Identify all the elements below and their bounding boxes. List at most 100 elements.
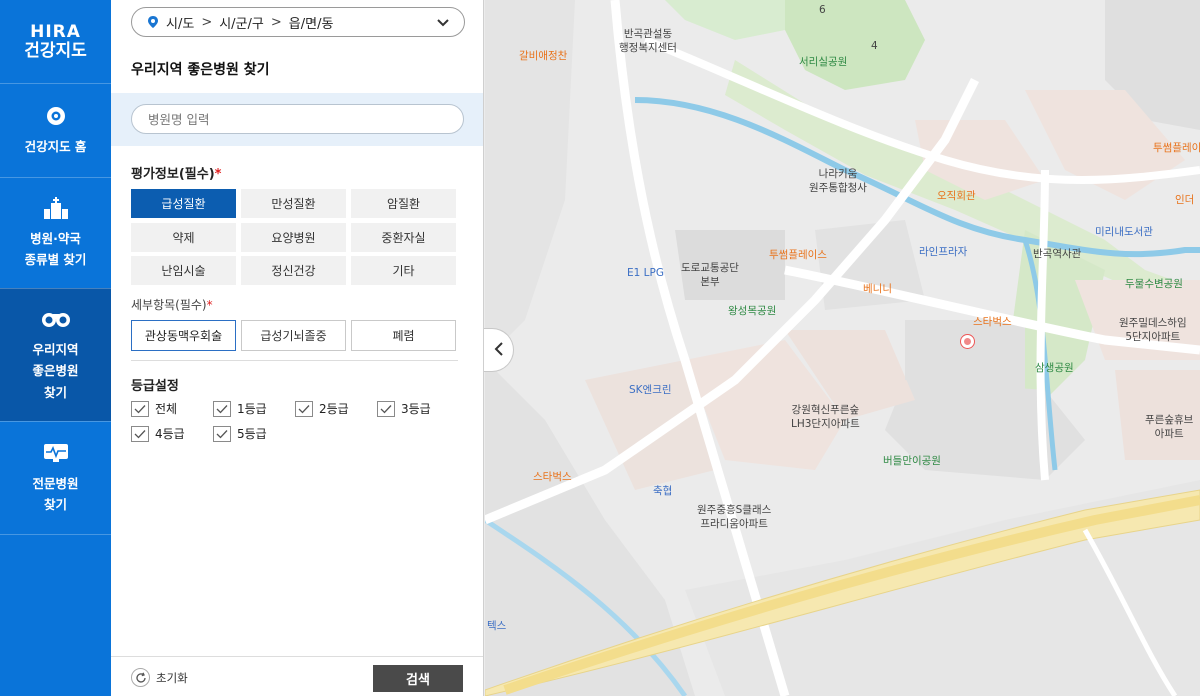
filter-panel: 시/도 > 시/군/구 > 읍/면/동 우리지역 좋은병원 찾기 평가정보(필수…: [111, 0, 484, 696]
grade-3-label: 3등급: [401, 402, 431, 416]
detail-chip-cabg[interactable]: 관상동맥우회술: [131, 320, 236, 351]
map-label-cafe[interactable]: 투썸플레이스: [769, 249, 827, 263]
nav-item-good-hospital-label1: 우리지역: [32, 342, 79, 358]
map-label-park[interactable]: 삼생공원: [1035, 362, 1074, 376]
map-label-cafe[interactable]: 투썸플레이: [1153, 142, 1200, 156]
map-label-cafe[interactable]: 스타벅스: [973, 316, 1012, 330]
map-label-apartment[interactable]: 강원혁신푸른숲 LH3단지아파트: [791, 404, 860, 431]
eval-chip-infertility[interactable]: 난임시술: [131, 256, 236, 285]
nav-item-specialty[interactable]: 전문병원 찾기: [0, 421, 111, 535]
map-label-bank[interactable]: 축협: [653, 485, 672, 499]
map-label-poi[interactable]: 반곡관설동 행정복지센터: [619, 28, 677, 55]
nav-item-hospital-type-label2: 종류별 찾기: [24, 252, 87, 267]
map-label-apartment[interactable]: 원주중흥S클래스 프라디움아파트: [697, 504, 771, 531]
nav-item-home[interactable]: 건강지도 홈: [0, 83, 111, 177]
region-sido: 시/도: [166, 16, 195, 32]
nav-item-hospital-type[interactable]: 병원·약국 종류별 찾기: [0, 177, 111, 288]
map-pin-icon: [41, 104, 71, 128]
hira-logo[interactable]: HIRA 건강지도: [0, 0, 111, 83]
grade-checkbox-5[interactable]: 5등급: [213, 425, 267, 442]
current-location-marker[interactable]: [961, 335, 974, 348]
map-label-text: 원주통합청사: [809, 181, 867, 194]
eval-chip-cancer[interactable]: 암질환: [351, 189, 456, 218]
grade-checkbox-2[interactable]: 2등급: [295, 400, 349, 417]
map-label-restaurant[interactable]: 인더: [1175, 194, 1194, 208]
map-label-restaurant[interactable]: 갈비애정찬: [519, 50, 567, 64]
panel-footer: 초기화 검색: [111, 656, 483, 696]
eval-chip-acute[interactable]: 급성질환: [131, 189, 236, 218]
hospital-name-input[interactable]: [131, 104, 464, 134]
left-nav: HIRA 건강지도 건강지도 홈 병원·약국 종류별 찾기 우리지역 좋은병원 …: [0, 0, 111, 696]
required-mark: *: [214, 167, 222, 182]
detail-chip-pneumonia[interactable]: 폐렴: [351, 320, 456, 351]
detail-chip-stroke[interactable]: 급성기뇌졸중: [241, 320, 346, 351]
map-label-restaurant[interactable]: 오직회관: [937, 190, 976, 204]
map-label-gas-station[interactable]: SK엔크린: [629, 384, 672, 398]
eval-chip-mental[interactable]: 정신건강: [241, 256, 346, 285]
nav-item-specialty-label2: 찾기: [43, 497, 67, 512]
map-label-gas-station[interactable]: 텍스: [487, 620, 506, 634]
eval-chip-drug[interactable]: 약제: [131, 223, 236, 252]
eval-chip-icu[interactable]: 중환자실: [351, 223, 456, 252]
eval-label-text: 평가정보(필수): [131, 167, 215, 182]
map-label-poi[interactable]: 원주밀데스하임 5단지아파트: [1119, 317, 1187, 344]
map-label-text: 푸른숲휴브: [1145, 414, 1194, 426]
detail-label: 세부항목(필수)*: [131, 296, 213, 313]
map-label-text: 5단지아파트: [1125, 330, 1181, 343]
map-label-cafe[interactable]: 스타벅스: [533, 471, 572, 485]
reset-label: 초기화: [156, 670, 188, 685]
map-label-text: 원주밀데스하임: [1119, 317, 1187, 329]
eval-chip-nursing[interactable]: 요양병원: [241, 223, 346, 252]
map-label-park[interactable]: 버들만이공원: [883, 455, 941, 469]
checkbox-check-icon: [131, 400, 149, 417]
map-label-number: 6: [819, 4, 826, 16]
grade-all-label: 전체: [155, 402, 178, 416]
nav-item-good-hospital-label3: 찾기: [43, 384, 67, 400]
required-mark: *: [206, 298, 213, 312]
region-selector[interactable]: 시/도 > 시/군/구 > 읍/면/동: [131, 7, 465, 37]
grade-label: 등급설정: [131, 379, 179, 394]
map-label-text: 원주중흥S클래스: [697, 504, 772, 516]
map-label-poi[interactable]: 나라키움 원주통합청사: [809, 168, 867, 195]
grade-checkbox-3[interactable]: 3등급: [377, 400, 431, 417]
region-separator: >: [270, 14, 282, 30]
map-label-text: LH3단지아파트: [791, 417, 860, 430]
nav-item-hospital-type-label1: 병원·약국: [30, 230, 81, 246]
hospital-building-icon: [41, 196, 71, 220]
map-label-park[interactable]: 서리실공원: [799, 56, 847, 70]
map-label-text: 도로교통공단: [681, 262, 739, 274]
medical-monitor-icon: [41, 441, 71, 465]
grade-1-label: 1등급: [237, 402, 267, 416]
map-label-text: 강원혁신푸른숲: [791, 404, 860, 416]
search-button[interactable]: 검색: [373, 665, 463, 692]
logo-text-main: 건강지도: [24, 40, 87, 61]
map-label-text: 나라키움: [818, 168, 858, 180]
nav-item-home-label: 건강지도 홈: [24, 138, 87, 154]
refresh-icon: [131, 668, 150, 687]
map-label-park[interactable]: 두물수변공원: [1125, 278, 1183, 292]
map-label-poi[interactable]: 반곡역사관: [1033, 248, 1081, 262]
map-label-park[interactable]: 왕성목공원: [728, 305, 776, 319]
grade-checkbox-4[interactable]: 4등급: [131, 425, 185, 442]
map-label-poi[interactable]: 도로교통공단 본부: [681, 262, 739, 289]
map-label-text: 프라디움아파트: [700, 517, 768, 530]
eval-chip-chronic[interactable]: 만성질환: [241, 189, 346, 218]
map-label-apartment[interactable]: 푸른숲휴브 아파트: [1145, 414, 1193, 441]
map-view[interactable]: 6 4 반곡관설동 행정복지센터 갈비애정찬 서리실공원 투썸플레이 나라키움 …: [485, 0, 1200, 696]
map-label-gas-station[interactable]: E1 LPG: [627, 267, 664, 281]
map-label-restaurant[interactable]: 베니니: [863, 283, 892, 297]
grade-checkbox-all[interactable]: 전체: [131, 400, 177, 417]
eval-chip-other[interactable]: 기타: [351, 256, 456, 285]
map-label-building[interactable]: 라인프라자: [919, 246, 967, 260]
chevron-left-icon: [493, 341, 505, 360]
map-label-library[interactable]: 미리내도서관: [1095, 226, 1153, 240]
grade-checkbox-1[interactable]: 1등급: [213, 400, 267, 417]
reset-button[interactable]: 초기화: [131, 668, 188, 687]
page-title: 우리지역 좋은병원 찾기: [131, 62, 270, 78]
grade-2-label: 2등급: [319, 402, 349, 416]
nav-item-good-hospital[interactable]: 우리지역 좋은병원 찾기: [0, 288, 111, 421]
checkbox-check-icon: [377, 400, 395, 417]
eval-label: 평가정보(필수)*: [131, 163, 221, 182]
map-label-text: 반곡관설동: [623, 28, 673, 40]
search-area: [111, 93, 483, 146]
